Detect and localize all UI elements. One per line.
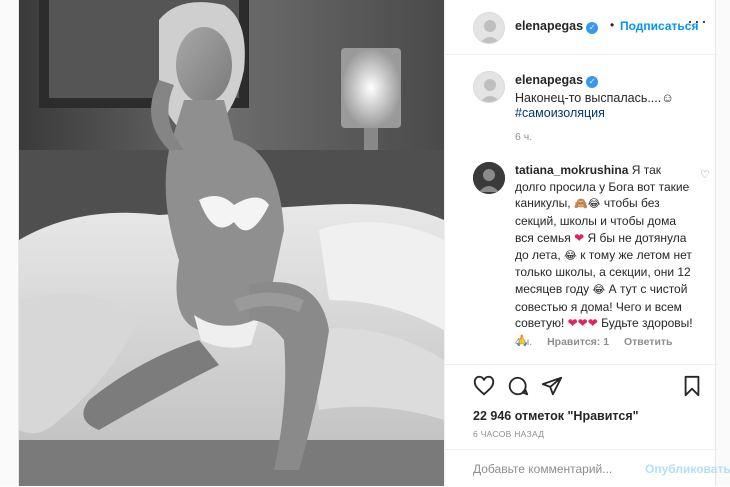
comment-icon[interactable]	[507, 375, 529, 397]
caption-text: Наконец-то выспалась....☺	[515, 91, 674, 105]
bookmark-icon[interactable]	[681, 375, 703, 397]
page-background: elenapegas ✓ • Подписаться ··· elenapegas…	[0, 0, 730, 486]
caption-time[interactable]: 6 ч.	[515, 131, 532, 143]
comment-like-icon[interactable]: ♡	[700, 168, 710, 181]
post-modal: elenapegas ✓ • Подписаться ··· elenapegas…	[18, 0, 730, 487]
publish-button[interactable]: Опубликовать	[645, 462, 730, 476]
post-actions: 22 946 отметок "Нравится" 6 ЧАСОВ НАЗАД …	[445, 364, 730, 487]
comment-segment: Будьте здоровы!	[597, 316, 693, 331]
header-separator: •	[610, 18, 615, 32]
add-comment-bar: Опубликовать	[445, 449, 730, 487]
post-sidebar: elenapegas ✓ • Подписаться ··· elenapegas…	[444, 0, 730, 487]
author-avatar[interactable]	[473, 12, 505, 44]
verified-badge-icon: ✓	[586, 76, 599, 88]
more-options-icon[interactable]: ···	[687, 12, 708, 30]
caption-username[interactable]: elenapegas ✓	[515, 73, 599, 88]
post-timestamp[interactable]: 6 ЧАСОВ НАЗАД	[473, 429, 544, 439]
paper-plane-icon[interactable]	[541, 375, 563, 397]
author-username-text[interactable]: elenapegas	[515, 19, 583, 33]
reply-button[interactable]: Ответить	[624, 336, 673, 348]
avatar-photo-icon	[474, 13, 504, 43]
likes-count[interactable]: 22 946 отметок "Нравится"	[473, 409, 639, 423]
post-photo[interactable]	[19, 0, 444, 486]
comment-meta: 4 ч. Нравится: 1 Ответить	[515, 336, 685, 348]
comment-emoji: 🙈😂	[573, 197, 601, 211]
caption-avatar[interactable]	[473, 71, 505, 103]
add-comment-input[interactable]	[473, 459, 633, 479]
verified-badge-icon: ✓	[586, 22, 599, 34]
caption-hashtag[interactable]: #самоизоляция	[515, 106, 605, 120]
comment-likes-count[interactable]: Нравится: 1	[547, 336, 609, 348]
comment-emoji: 😂	[592, 282, 606, 296]
comment-time[interactable]: 4 ч.	[515, 336, 532, 348]
commenter-avatar[interactable]	[473, 162, 505, 194]
author-username[interactable]: elenapegas ✓	[515, 19, 599, 34]
comment-hearts-emoji: ❤❤❤	[567, 316, 598, 331]
comment-emoji: 😂	[564, 248, 577, 262]
avatar-photo-icon	[473, 162, 505, 194]
post-header: elenapegas ✓ • Подписаться ···	[445, 0, 718, 55]
caption-username-text[interactable]: elenapegas	[515, 73, 583, 87]
comment-text: tatiana_mokrushina Я так долго просила у…	[515, 162, 695, 350]
commenter-username[interactable]: tatiana_mokrushina	[515, 163, 628, 177]
avatar-photo-icon	[474, 72, 504, 102]
comment-heart-emoji: ❤	[574, 230, 585, 245]
bedroom-photo	[19, 0, 444, 486]
heart-outline-icon[interactable]	[473, 375, 495, 397]
